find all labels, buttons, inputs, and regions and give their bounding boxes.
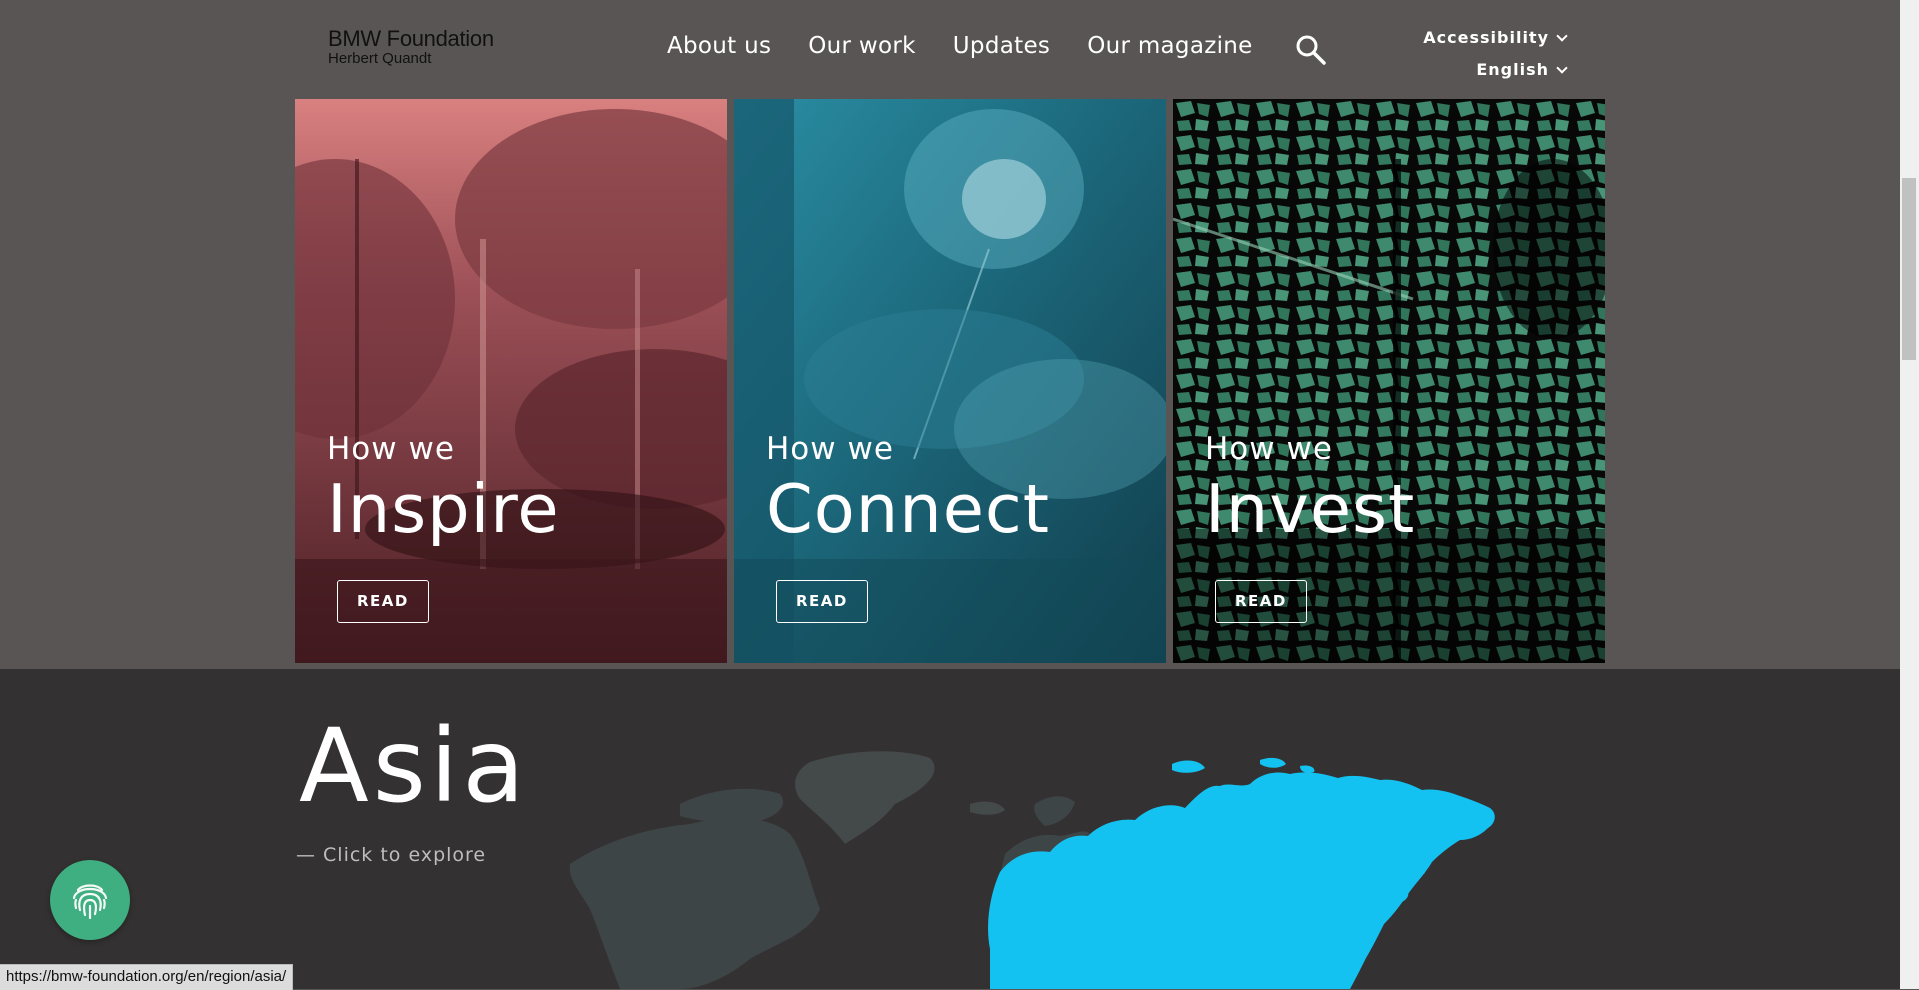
accessibility-label: Accessibility (1423, 28, 1549, 47)
card-small-title: How we (1205, 431, 1333, 467)
world-map (569, 751, 1495, 989)
region-title: Asia (299, 707, 529, 826)
browser-status-url: https://bmw-foundation.org/en/region/asi… (0, 964, 294, 990)
card-big-title: Invest (1205, 470, 1416, 548)
language-dropdown[interactable]: English (1423, 54, 1568, 86)
chevron-down-icon (1556, 62, 1568, 74)
privacy-settings-button[interactable] (50, 860, 130, 940)
card-heading: How we Invest (1205, 429, 1415, 545)
north-america-shape[interactable] (569, 818, 820, 989)
greenland-shape (795, 751, 935, 844)
card-inspire[interactable]: How we Inspire READ (295, 99, 727, 663)
nav-about-us[interactable]: About us (667, 33, 771, 59)
forest-photo (295, 99, 727, 663)
page-scrollbar[interactable] (1900, 0, 1919, 989)
bmw-foundation-logo[interactable]: BMW Foundation Herbert Quandt (328, 28, 494, 67)
fingerprint-icon (72, 884, 108, 920)
card-small-title: How we (766, 431, 894, 467)
logo-line-1: BMW Foundation (328, 26, 494, 51)
search-icon[interactable] (1295, 34, 1327, 66)
region-section: Asia — Click to explore (0, 669, 1900, 989)
card-connect[interactable]: How we Connect READ (734, 99, 1166, 663)
accessibility-dropdown[interactable]: Accessibility (1423, 22, 1568, 54)
read-button[interactable]: READ (1215, 580, 1307, 623)
utility-menu: Accessibility English (1423, 22, 1568, 86)
card-small-title: How we (327, 431, 455, 467)
logo-line-2: Herbert Quandt (328, 50, 432, 67)
lattice-photo (1173, 99, 1605, 663)
read-button[interactable]: READ (337, 580, 429, 623)
card-heading: How we Connect (766, 429, 1050, 545)
nav-our-magazine[interactable]: Our magazine (1087, 33, 1252, 59)
site-header: BMW Foundation Herbert Quandt About us O… (0, 0, 1900, 99)
nav-updates[interactable]: Updates (953, 33, 1050, 59)
main-nav: About us Our work Updates Our magazine (667, 33, 1290, 59)
click-to-explore-link[interactable]: — Click to explore (296, 844, 486, 866)
nav-our-work[interactable]: Our work (808, 33, 916, 59)
read-button[interactable]: READ (776, 580, 868, 623)
language-label: English (1476, 60, 1549, 79)
card-big-title: Connect (766, 470, 1051, 548)
card-invest[interactable]: How we Invest READ (1173, 99, 1605, 663)
card-heading: How we Inspire (327, 429, 560, 545)
chevron-down-icon (1556, 30, 1568, 42)
weaving-photo (734, 99, 1166, 663)
scrollbar-thumb[interactable] (1902, 178, 1916, 360)
card-big-title: Inspire (327, 470, 560, 548)
